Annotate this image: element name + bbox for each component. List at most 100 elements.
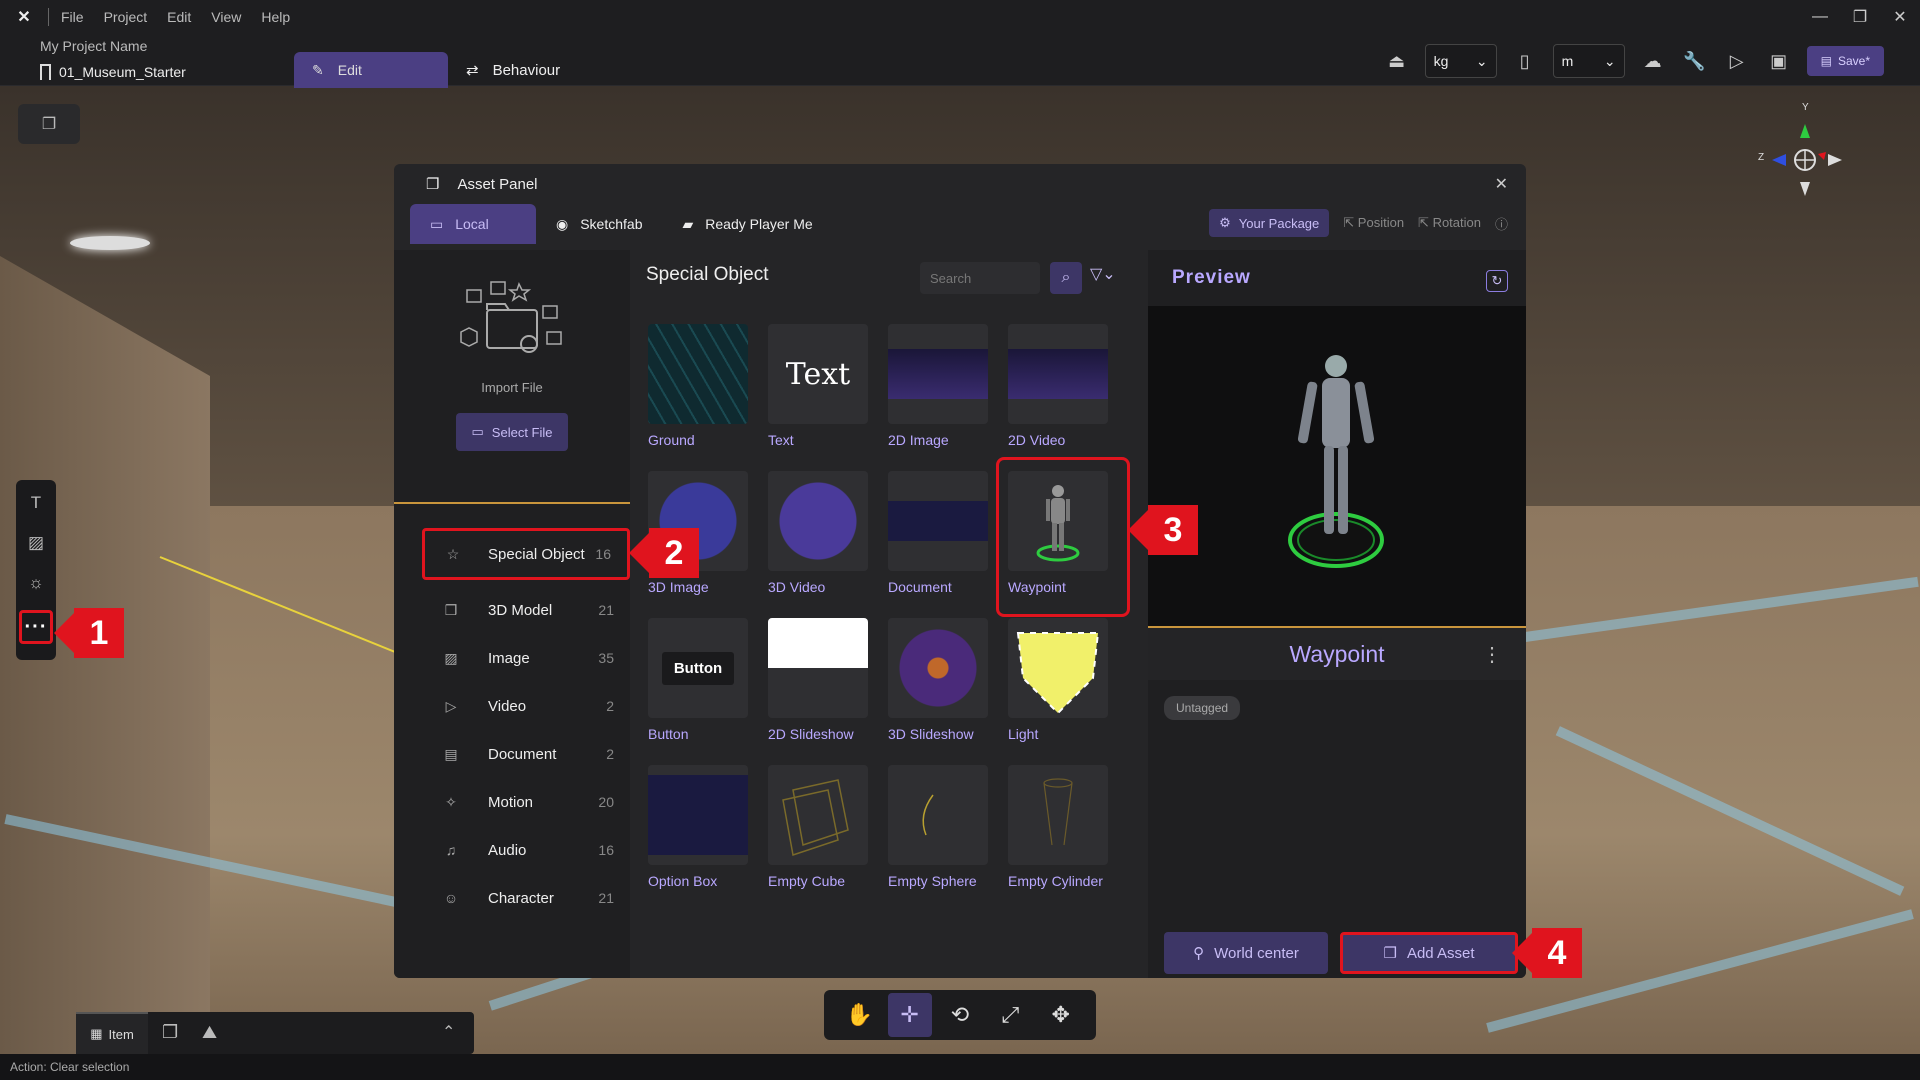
category-special-object[interactable]: ☆ Special Object 16 [422,528,630,580]
tag-badge[interactable]: Untagged [1164,696,1241,720]
asset-card-ground[interactable]: Ground [648,324,768,471]
category-label: Image [488,649,530,667]
reset-preview-icon[interactable]: ↻ [1486,270,1508,292]
category-column: Import File ▭ Select File ☆ Special Obje… [394,250,630,978]
tab-edit[interactable]: ✎ Edit [294,52,448,88]
filter-icon[interactable]: ▽⌄ [1090,264,1116,284]
category-character[interactable]: ☺ Character 21 [394,874,630,922]
more-vertical-icon[interactable]: ⋮ [1482,642,1502,667]
transform-all-icon[interactable]: ✥ [1039,993,1083,1037]
category-document[interactable]: ▤ Document 2 [394,730,630,778]
menu-view[interactable]: View [211,9,241,25]
asset-card-2d-video[interactable]: 2D Video [1008,324,1128,471]
ruler-icon: ▯ [1519,50,1530,71]
menu-edit[interactable]: Edit [167,9,191,25]
save-button[interactable]: ▤ Save* [1806,46,1884,76]
category-list: ☆ Special Object 16 ❒ 3D Model 21 ▨ Imag… [394,504,630,922]
category-label: Special Object [488,545,585,563]
import-file-label: Import File [481,380,543,395]
move-icon[interactable]: ✛ [887,993,932,1037]
asset-card-empty-cylinder[interactable]: Empty Cylinder [1008,765,1128,912]
category-image[interactable]: ▨ Image 35 [394,634,630,682]
asset-card-3d-video[interactable]: 3D Video [768,471,888,618]
behaviour-icon: ⇄ [466,62,479,79]
your-package-button[interactable]: ⚙ Your Package [1209,209,1330,237]
close-icon[interactable]: ✕ [1495,174,1508,194]
category-count: 2 [606,746,614,762]
asset-card-light[interactable]: Light [1008,618,1128,765]
gizmo-z-arrow[interactable] [1772,154,1786,166]
light-tool-icon[interactable]: ☼ [23,570,49,596]
chevron-down-icon: ⌄ [1475,52,1488,69]
asset-card-2d-slideshow[interactable]: 2D Slideshow [768,618,888,765]
tab-behaviour[interactable]: ⇄ Behaviour [466,52,560,88]
copy-view-button[interactable]: ❐ [18,104,80,144]
asset-card-waypoint[interactable]: Waypoint [996,457,1130,618]
tab-sketchfab[interactable]: ◉ Sketchfab [536,204,662,244]
chevron-up-icon[interactable]: ⌃ [442,1022,455,1042]
scene-name-label: 01_Museum_Starter [59,64,186,80]
search-input[interactable]: Search [920,262,1040,294]
category-count: 16 [598,842,614,858]
rotate-icon[interactable]: ⟲ [938,993,982,1037]
search-icon[interactable]: ⌕ [1050,262,1082,294]
category-3d-model[interactable]: ❒ 3D Model 21 [394,586,630,634]
info-icon[interactable]: ⓘ [1495,214,1508,233]
asset-card-button[interactable]: Button Button [648,618,768,765]
asset-card-option-box[interactable]: Option Box [648,765,768,912]
add-asset-button[interactable]: ❒ Add Asset [1340,932,1518,974]
gizmo-z-label: Z [1758,152,1764,163]
select-file-button[interactable]: ▭ Select File [456,413,568,451]
length-unit-select[interactable]: m ⌄ [1552,44,1625,78]
3d-slideshow-thumb [888,618,988,718]
rotation-button[interactable]: ⇱ Rotation [1418,215,1481,231]
image-tool-icon[interactable]: ▨ [23,530,49,556]
close-window-icon[interactable]: ✕ [1880,7,1920,27]
asset-card-document[interactable]: Document [888,471,1008,618]
gizmo-x-neg-arrow[interactable] [1828,154,1842,166]
category-label: Document [488,745,557,763]
gizmo-x-arrow[interactable] [1818,152,1826,160]
monitor-icon: ▭ [430,215,444,232]
gizmo-y-arrow[interactable] [1800,124,1810,138]
asset-label: 2D Image [888,432,949,448]
gizmo-y-neg-arrow[interactable] [1800,182,1810,196]
asset-card-3d-slideshow[interactable]: 3D Slideshow [888,618,1008,765]
environment-icon[interactable]: ⛰ [202,1022,217,1043]
object-icon[interactable]: ❐ [162,1022,178,1043]
asset-card-2d-image[interactable]: 2D Image [888,324,1008,471]
more-options-button[interactable]: ··· [19,610,53,644]
text-thumb: Text [768,324,868,424]
restore-icon[interactable]: ❐ [1840,7,1880,27]
asset-label: Empty Cube [768,873,846,889]
category-motion[interactable]: ✧ Motion 20 [394,778,630,826]
mass-unit-select[interactable]: kg ⌄ [1424,44,1497,78]
asset-card-empty-cube[interactable]: Empty Cube [768,765,888,912]
asset-card-empty-sphere[interactable]: Empty Sphere [888,765,1008,912]
hand-icon[interactable]: ✋ [837,993,881,1037]
add-asset-icon: ❒ [1383,945,1397,962]
minimize-icon[interactable]: — [1800,8,1840,26]
menu-project[interactable]: Project [104,9,148,25]
preview-viewport[interactable] [1148,306,1526,628]
text-tool-icon[interactable]: T [23,490,49,516]
play-icon[interactable]: ▷ [1723,47,1751,75]
tab-item[interactable]: ▦ Item [76,1012,148,1054]
tab-ready-player-me[interactable]: ▰ Ready Player Me [662,204,832,244]
orientation-gizmo[interactable]: Y Z [1750,96,1860,206]
tab-local[interactable]: ▭ Local [410,204,536,244]
category-video[interactable]: ▷ Video 2 [394,682,630,730]
wrench-icon[interactable]: 🔧 [1681,47,1709,75]
publish-icon[interactable]: ▣ [1765,47,1793,75]
sketchfab-icon: ◉ [556,215,569,232]
transform-toolbar: ✋ ✛ ⟲ ⤢ ✥ [824,990,1096,1040]
scene-name[interactable]: 01_Museum_Starter [40,64,186,80]
asset-card-text[interactable]: Text Text [768,324,888,471]
menu-help[interactable]: Help [261,9,290,25]
category-audio[interactable]: ♫ Audio 16 [394,826,630,874]
cloud-icon[interactable]: ☁ [1639,47,1667,75]
position-button[interactable]: ⇱ Position [1343,215,1404,231]
world-center-button[interactable]: ⚲ World center [1164,932,1328,974]
menu-file[interactable]: File [61,9,84,25]
scale-icon[interactable]: ⤢ [988,993,1032,1037]
